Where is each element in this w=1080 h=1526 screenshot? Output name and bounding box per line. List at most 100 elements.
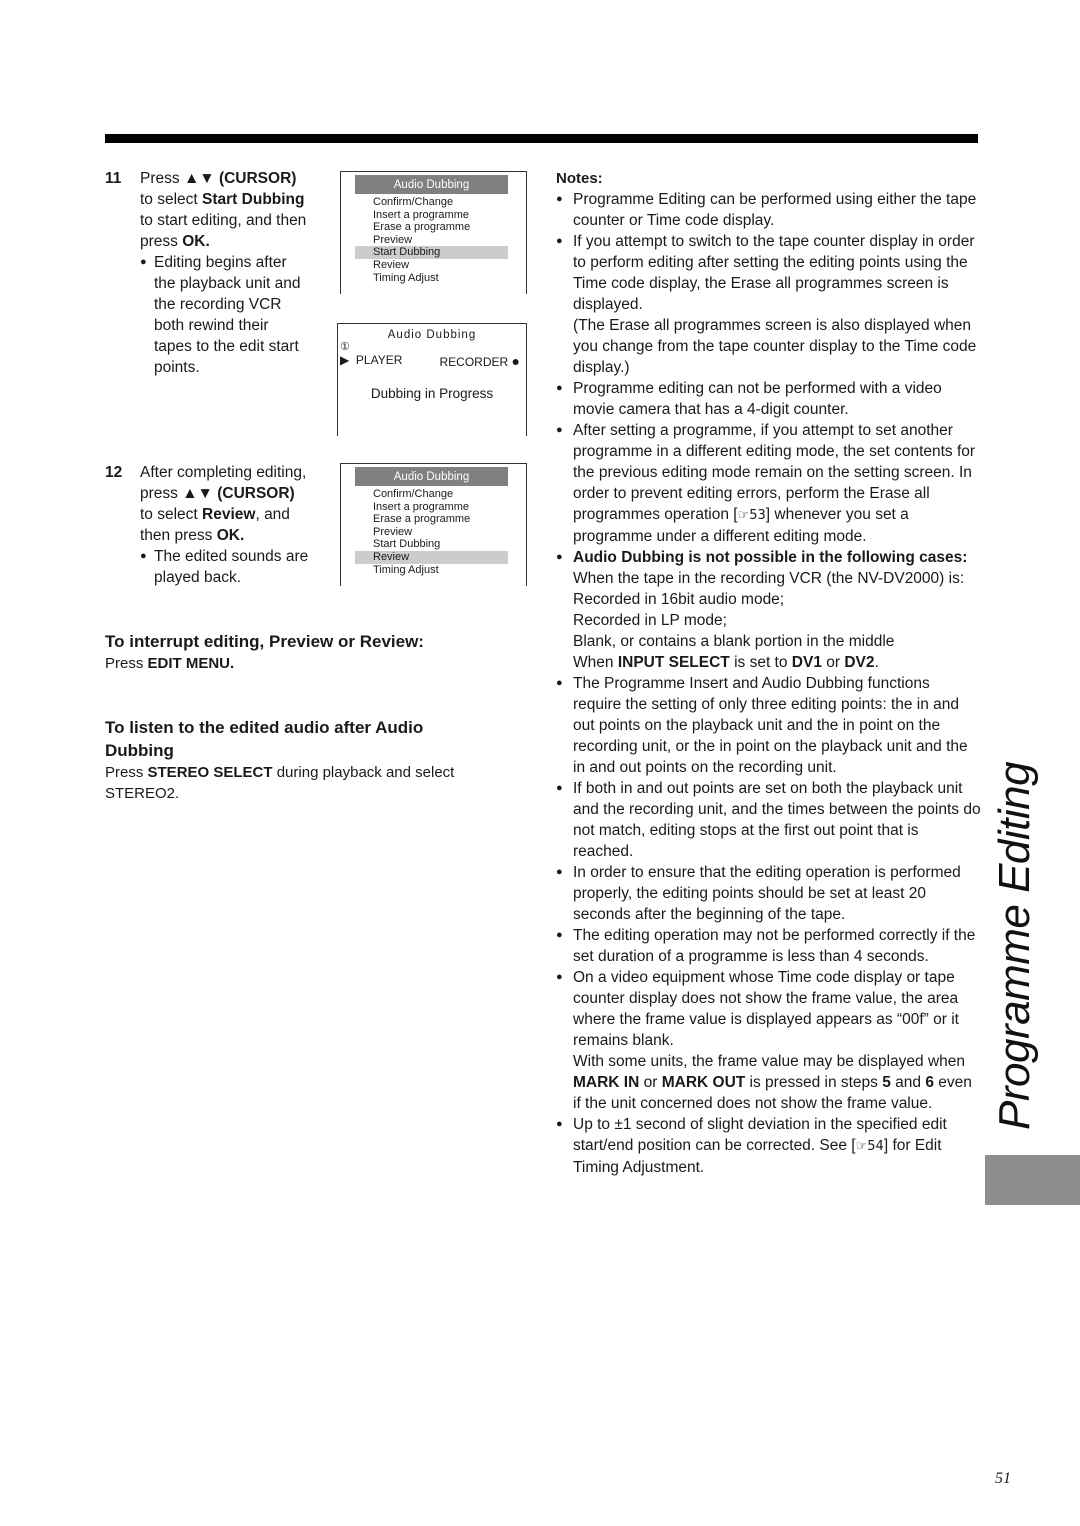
text: Audio Dubbing is not possible in the fol… <box>573 549 968 566</box>
text: press <box>140 485 183 502</box>
text: DV1 <box>791 654 822 671</box>
note-item: Programme editing can not be performed w… <box>556 378 981 420</box>
menu-item: Erase a programme <box>373 221 471 234</box>
note-item: The editing operation may not be perform… <box>556 925 981 967</box>
text: . <box>874 654 879 671</box>
section-tab <box>985 1155 1080 1205</box>
text: the playback unit and <box>154 275 301 292</box>
ok-label: OK. <box>216 527 245 544</box>
text: Blank, or contains a blank portion in th… <box>573 633 895 650</box>
menu-item-selected: Review <box>355 550 508 564</box>
dubbing-progress-screen: Audio Dubbing ① ▶ PLAYER RECORDER ● Dubb… <box>337 323 527 436</box>
text: tapes to the edit start <box>154 338 299 355</box>
text: With some units, the frame value may be … <box>573 1053 965 1070</box>
circled-one-icon: ① <box>340 341 350 353</box>
text: 6 <box>925 1074 934 1091</box>
text: Press <box>105 764 148 781</box>
recorder-indicator: RECORDER ● <box>440 353 520 369</box>
menu-item-selected: Start Dubbing <box>355 246 508 259</box>
menu-item: Confirm/Change <box>373 196 454 208</box>
dubbing-status: Dubbing in Progress <box>370 386 494 401</box>
notes-section: Notes: Programme Editing can be performe… <box>556 168 981 1178</box>
text: MARK IN <box>573 1074 640 1091</box>
note-item: If both in and out points are set on bot… <box>556 778 981 862</box>
text: the recording VCR <box>154 296 282 313</box>
menu-title: Audio Dubbing <box>355 467 508 486</box>
text: DV2 <box>844 654 875 671</box>
text: To listen to the edited audio after Audi… <box>105 718 424 737</box>
text: Recorded in 16bit audio mode; <box>573 591 785 608</box>
text: and <box>890 1074 926 1091</box>
note-subtext: (The Erase all programmes screen is also… <box>573 317 977 376</box>
text: during playback and select <box>272 764 455 781</box>
step-bullet: The edited sounds are played back. <box>140 546 340 588</box>
menu-item: Insert a programme <box>373 208 469 221</box>
page-number: 51 <box>995 1470 1011 1487</box>
start-dubbing-label: Start Dubbing <box>202 191 305 208</box>
edit-menu-label: EDIT MENU. <box>147 655 235 672</box>
text: points. <box>154 359 200 376</box>
play-triangle-icon: ▶ <box>340 353 350 367</box>
screen-title: Audio Dubbing <box>387 329 477 341</box>
interrupt-heading: To interrupt editing, Preview or Review: <box>105 632 424 651</box>
player-label: PLAYER <box>355 353 403 367</box>
note-subtext: When the tape in the recording VCR (the … <box>556 568 981 673</box>
cursor-label: (CURSOR) <box>218 170 297 187</box>
step-number: 12 <box>105 464 123 481</box>
text: press <box>140 233 183 250</box>
audio-dubbing-menu-2: Audio Dubbing Confirm/Change Insert a pr… <box>340 463 527 586</box>
text: or <box>639 1074 662 1091</box>
menu-item: Timing Adjust <box>373 563 439 576</box>
text: then press <box>140 527 217 544</box>
note-item: On a video equipment whose Time code dis… <box>556 967 981 1051</box>
text: MARK OUT <box>661 1074 746 1091</box>
text: is set to <box>729 654 792 671</box>
menu-item: Insert a programme <box>373 500 469 513</box>
note-item: Up to ±1 second of slight deviation in t… <box>556 1114 981 1178</box>
text: , and <box>255 506 290 523</box>
cursor-label: (CURSOR) <box>217 485 295 502</box>
interrupt-text: Press EDIT MENU. <box>105 653 525 674</box>
step-number: 11 <box>105 170 122 187</box>
text: to select <box>140 191 203 208</box>
ok-label: OK. <box>182 233 210 250</box>
note-item: Programme Editing can be performed using… <box>556 189 981 231</box>
text: When the tape in the recording VCR (the … <box>573 570 965 587</box>
cursor-arrows-icon: ▲▼ <box>183 170 215 187</box>
notes-title: Notes: <box>556 170 603 187</box>
text: Press <box>140 170 184 187</box>
note-item: If you attempt to switch to the tape cou… <box>556 231 981 315</box>
text: When <box>573 654 618 671</box>
menu-item: Review <box>373 258 410 271</box>
menu-item: Preview <box>373 233 413 246</box>
cursor-arrows-icon: ▲▼ <box>182 485 213 502</box>
note-item: The Programme Insert and Audio Dubbing f… <box>556 673 981 778</box>
review-label: Review <box>202 506 256 523</box>
text: After completing editing, <box>140 464 307 481</box>
page-reference-54[interactable]: ☞54 <box>856 1139 884 1154</box>
page-reference-53[interactable]: ☞53 <box>738 508 766 523</box>
stereo-select-label: STEREO SELECT <box>147 764 273 781</box>
text: or <box>821 654 845 671</box>
recorder-label: RECORDER <box>439 355 509 369</box>
text: Editing begins after <box>154 254 287 271</box>
text: STEREO2. <box>105 785 180 802</box>
header-rule <box>105 134 978 143</box>
menu-item: Timing Adjust <box>373 271 439 284</box>
section-side-title: Programme Editing <box>990 761 1039 1130</box>
text: played back. <box>154 569 242 586</box>
note-item: After setting a programme, if you attemp… <box>556 420 981 547</box>
text: both rewind their <box>154 317 269 334</box>
text: The edited sounds are <box>154 548 309 565</box>
text: Recorded in LP mode; <box>573 612 727 629</box>
listen-text: Press STEREO SELECT during playback and … <box>105 762 525 804</box>
listen-heading: To listen to the edited audio after Audi… <box>105 716 423 762</box>
note-subtext: With some units, the frame value may be … <box>556 1051 981 1114</box>
text: is pressed in steps <box>745 1074 883 1091</box>
menu-title: Audio Dubbing <box>355 175 508 194</box>
player-indicator: ▶ PLAYER <box>340 353 402 369</box>
text: Dubbing <box>105 741 174 760</box>
text: to start editing, and then <box>140 212 307 229</box>
step-bullet: Editing begins after the playback unit a… <box>140 252 340 378</box>
note-item: In order to ensure that the editing oper… <box>556 862 981 925</box>
